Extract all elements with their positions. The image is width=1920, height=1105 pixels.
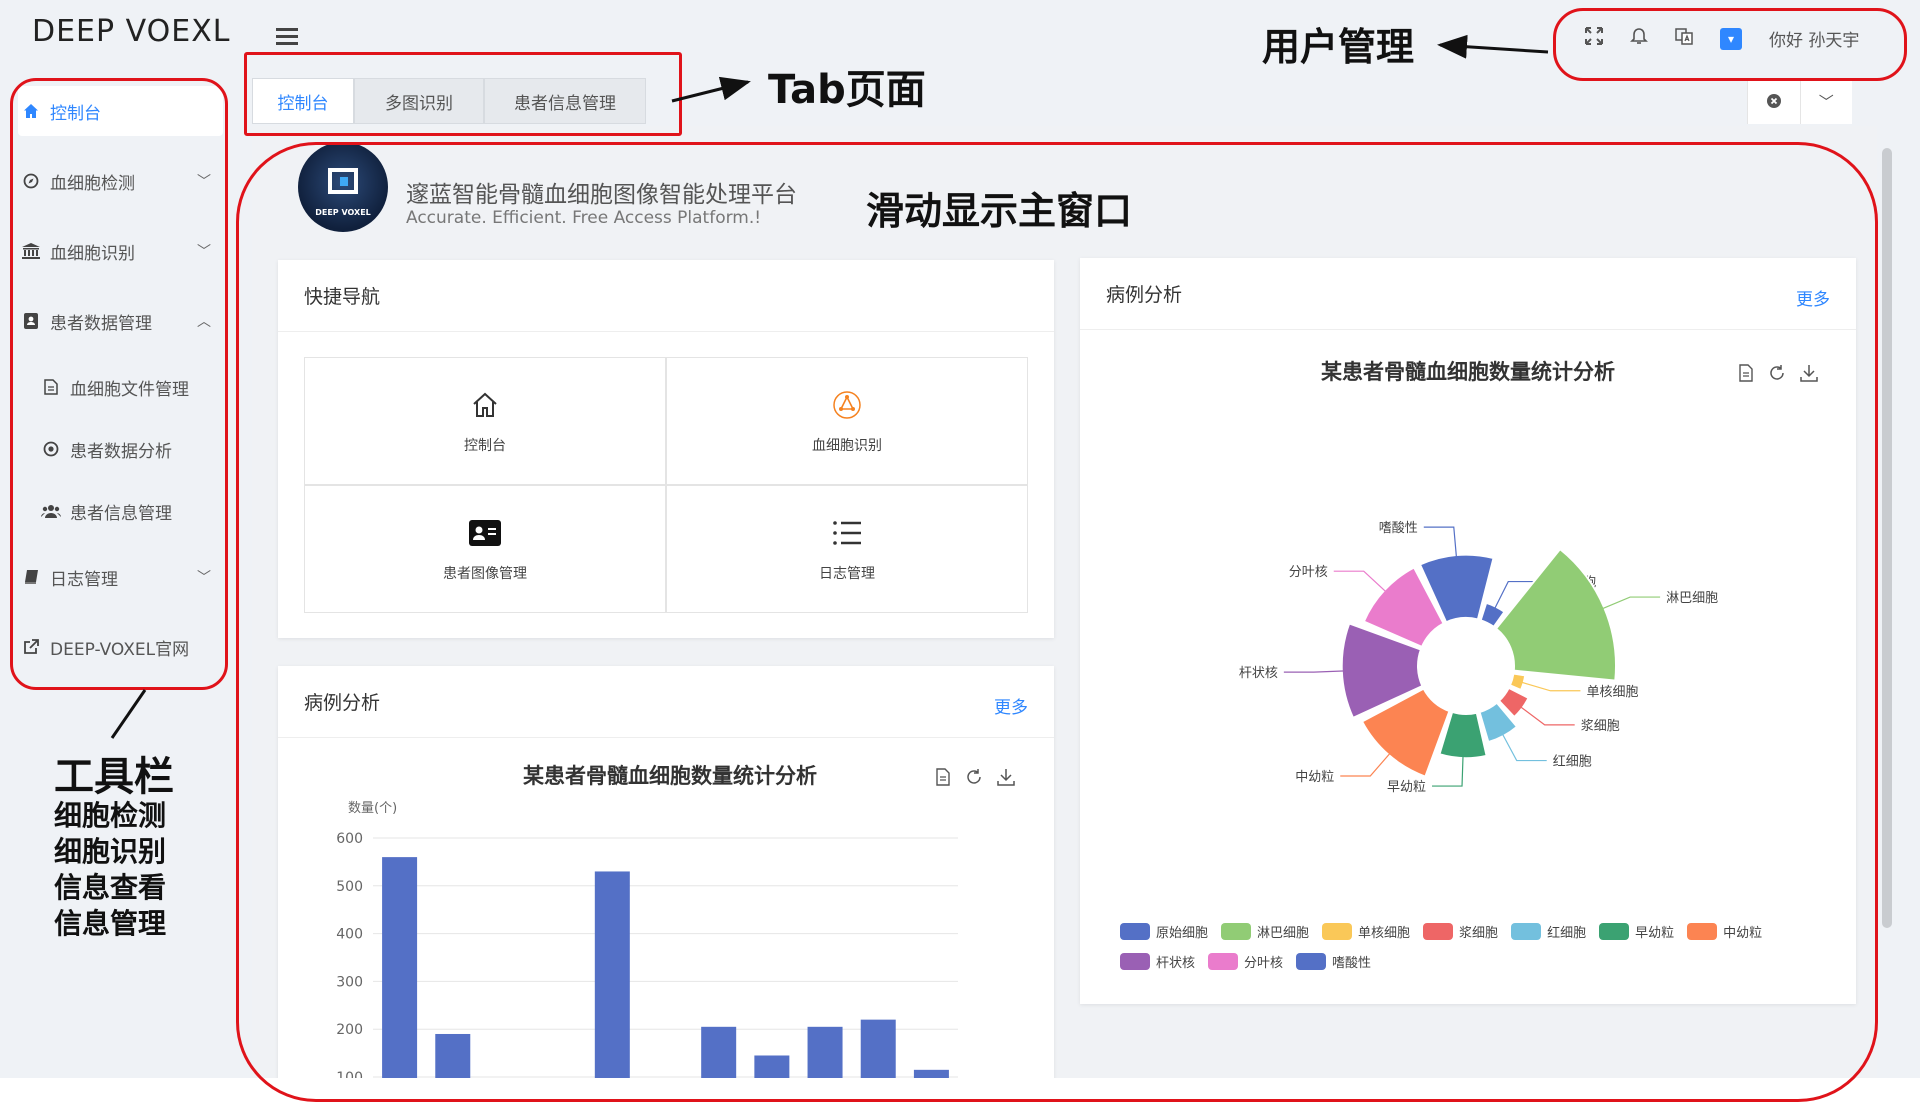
annotation-tab-page: Tab页面 <box>768 67 926 113</box>
annotation-toolbar-line: 细胞检测 <box>54 799 167 832</box>
annotation-arrows <box>110 34 1549 739</box>
annotation-toolbar-line: 细胞识别 <box>54 835 167 868</box>
annotation-main-window: 滑动显示主窗口 <box>866 189 1133 233</box>
annotation-toolbar-line: 信息管理 <box>54 907 167 940</box>
annotation-user-mgmt: 用户管理 <box>1262 25 1415 69</box>
annotation-toolbar-line: 信息查看 <box>54 871 167 904</box>
